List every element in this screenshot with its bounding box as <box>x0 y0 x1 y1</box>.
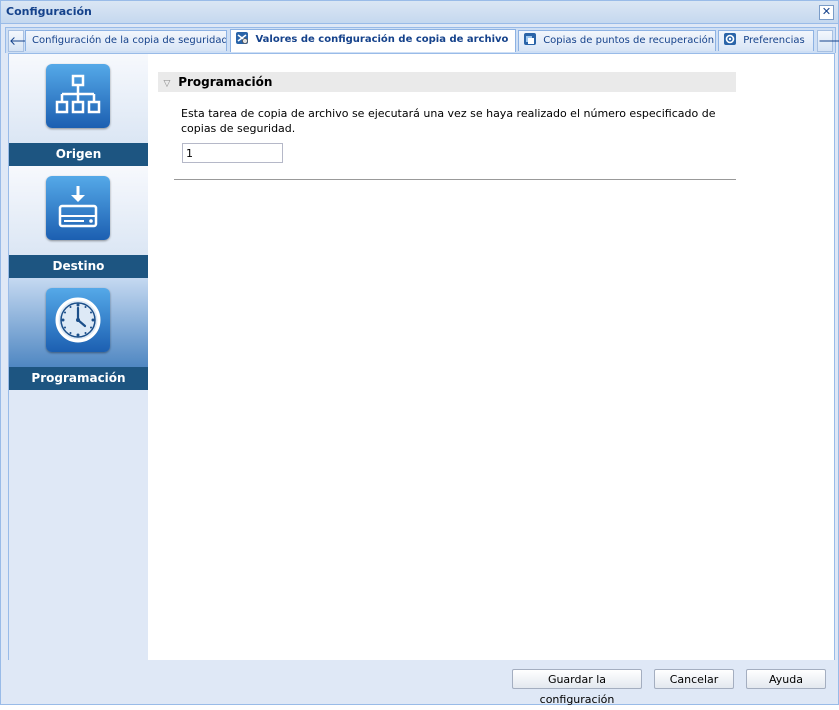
divider <box>174 179 736 180</box>
tab-scroll-right-icon[interactable]: 🡒 <box>817 30 839 52</box>
sidebar-item-label: Destino <box>9 255 148 278</box>
sidebar-item-destino[interactable]: Destino <box>9 166 148 278</box>
configuration-window: Configuración ✕ 🡐 Configuración de la co… <box>0 0 839 706</box>
section-title: Programación <box>178 75 273 89</box>
destination-drive-icon <box>46 176 110 240</box>
tab-scroll-left-icon[interactable]: 🡐 <box>8 30 41 52</box>
sidebar-item-origen[interactable]: Origen <box>9 54 148 166</box>
section-header[interactable]: ▽ Programación <box>158 72 736 92</box>
schedule-panel: ▽ Programación Esta tarea de copia de ar… <box>148 54 834 660</box>
help-button[interactable]: Ayuda <box>746 669 826 689</box>
sidebar: Origen Destino Programación <box>9 54 148 660</box>
collapse-triangle-icon[interactable]: ▽ <box>160 74 174 94</box>
tab-preferences[interactable]: Preferencias <box>718 30 814 51</box>
cancel-button[interactable]: Cancelar <box>654 669 734 689</box>
source-hierarchy-icon <box>46 64 110 128</box>
tab-label: Copias de puntos de recuperación <box>543 35 715 46</box>
sidebar-item-label: Origen <box>9 143 148 166</box>
tab-bar: 🡐 Configuración de la copia de seguridad… <box>5 27 839 53</box>
tab-label: Configuración de la copia de seguridad <box>32 35 227 46</box>
file-copy-icon <box>235 31 249 45</box>
section-description: Esta tarea de copia de archivo se ejecut… <box>181 107 716 135</box>
close-icon[interactable]: ✕ <box>819 5 834 20</box>
tab-recovery-point-copies[interactable]: Copias de puntos de recuperación <box>518 30 716 51</box>
schedule-clock-icon <box>46 288 110 352</box>
content-panel: Origen Destino Programación ▽ Programaci… <box>8 53 835 661</box>
recovery-points-icon <box>523 32 537 46</box>
footer-bar: Guardar la configuración Cancelar Ayuda <box>1 660 838 706</box>
window-title: Configuración <box>6 5 92 18</box>
tab-label: Preferencias <box>743 35 805 46</box>
sidebar-item-programacion[interactable]: Programación <box>9 278 148 390</box>
title-bar: Configuración ✕ <box>1 1 838 24</box>
preferences-gear-icon <box>723 32 737 46</box>
tab-label: Valores de configuración de copia de arc… <box>255 34 509 45</box>
tab-backup-settings[interactable]: Configuración de la copia de seguridad <box>25 30 227 51</box>
backup-count-input[interactable] <box>182 143 283 163</box>
sidebar-item-label: Programación <box>9 367 148 390</box>
save-settings-button[interactable]: Guardar la configuración <box>512 669 642 706</box>
tab-file-copy-settings[interactable]: Valores de configuración de copia de arc… <box>230 29 516 52</box>
